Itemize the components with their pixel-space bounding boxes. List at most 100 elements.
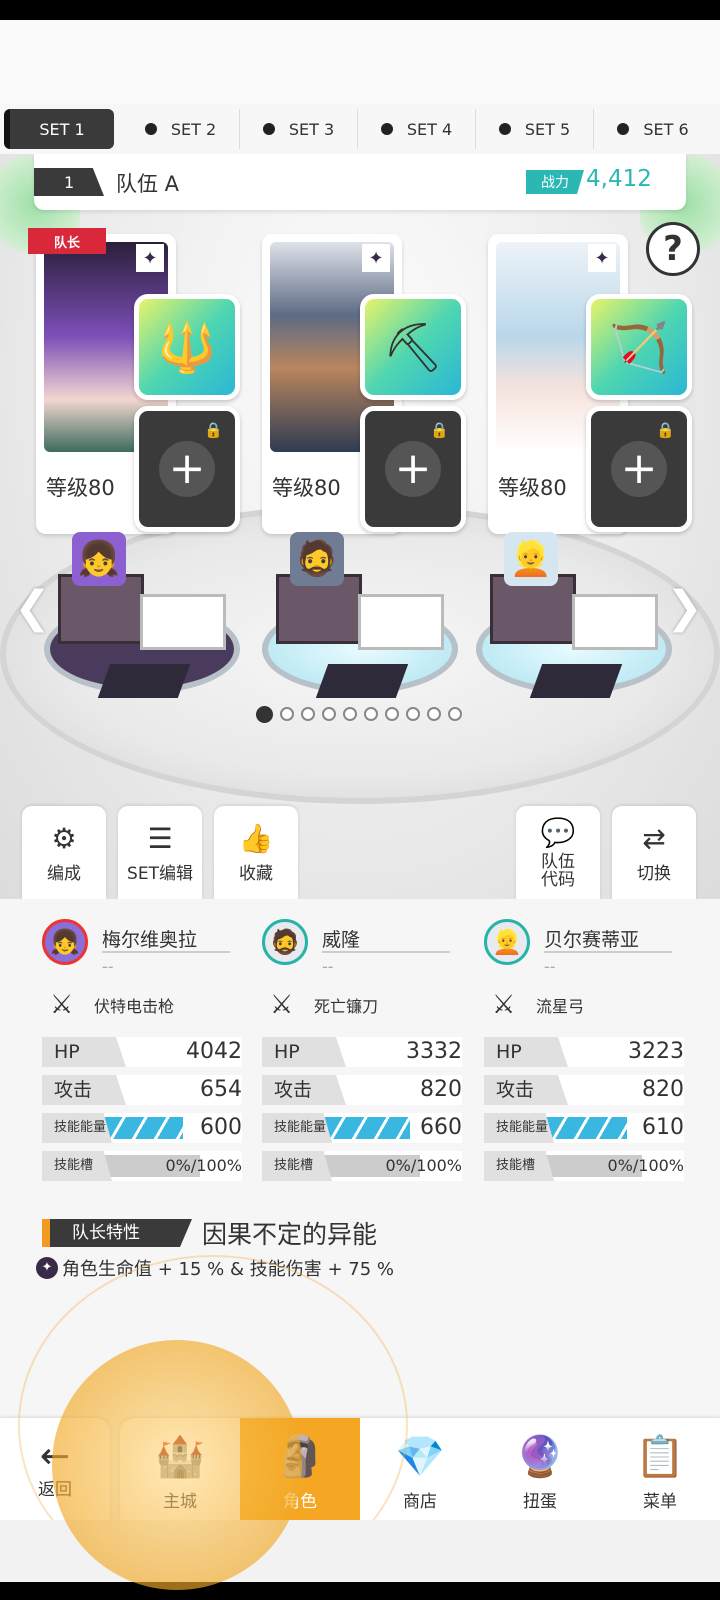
hp-value: 4042 — [186, 1039, 242, 1064]
bow-icon: 🏹 — [609, 319, 669, 376]
nav-label: 主城 — [163, 1492, 197, 1512]
dot-icon — [380, 123, 393, 135]
pedestal-1[interactable]: 👧 — [36, 532, 246, 704]
skill-slot-label: 技能槽 — [484, 1151, 554, 1181]
hp-row: HP 3332 — [262, 1037, 462, 1067]
weapon-row[interactable]: ⚔ 流星弓 — [484, 985, 684, 1025]
page-dot[interactable] — [256, 706, 273, 723]
plus-icon: + — [611, 441, 667, 497]
plus-icon: + — [385, 441, 441, 497]
power-value: 4,412 — [586, 166, 652, 192]
nav-tab-menu[interactable]: 📋 菜单 — [600, 1418, 720, 1520]
name-underline — [102, 951, 230, 953]
hp-label: HP — [262, 1037, 346, 1067]
accessory-slot[interactable]: 🔒 + — [360, 406, 466, 532]
switch-button[interactable]: ⇄ 切换 — [612, 806, 696, 899]
pedestal-3[interactable]: 👱 — [468, 532, 678, 704]
tab-label: SET 3 — [288, 119, 335, 139]
tab-set-2[interactable]: SET 2 — [122, 109, 240, 149]
attack-value: 820 — [420, 1077, 462, 1102]
attack-label: 攻击 — [42, 1075, 126, 1105]
nav-tab-gacha[interactable]: 🔮 扭蛋 — [480, 1418, 600, 1520]
character-header: 👱 贝尔赛蒂亚 -- — [484, 919, 684, 976]
weapon-row[interactable]: ⚔ 伏特电击枪 — [42, 985, 242, 1025]
help-button[interactable]: ? — [646, 222, 700, 276]
weapon-slot[interactable]: ⛏ — [360, 294, 466, 400]
back-arrow-icon: ← — [39, 1435, 71, 1477]
tab-set-4[interactable]: SET 4 — [358, 109, 476, 149]
nav-tab-main-city[interactable]: 🏰 主城 — [120, 1418, 240, 1520]
skill-slot-row: 技能槽 0%/100% — [262, 1151, 462, 1181]
tab-set-5[interactable]: SET 5 — [476, 109, 594, 149]
accessory-slot[interactable]: 🔒 + — [134, 406, 240, 532]
page-dot[interactable] — [364, 707, 378, 721]
next-arrow-icon[interactable]: ❯ — [666, 582, 703, 633]
pedestal-2[interactable]: 🧔 — [254, 532, 464, 704]
skill-energy-value: 600 — [200, 1115, 242, 1140]
page-dot[interactable] — [343, 707, 357, 721]
pedestal-cube — [140, 594, 226, 650]
nav-label: 角色 — [283, 1492, 317, 1512]
avatar[interactable]: 👧 — [42, 919, 88, 965]
character-header: 👧 梅尔维奥拉 -- — [42, 919, 242, 976]
nav-tab-character[interactable]: 🗿 角色 — [240, 1418, 360, 1520]
weapon-icon: ⚔ — [50, 990, 74, 1020]
back-button[interactable]: ← 返回 — [0, 1418, 110, 1520]
attack-value: 820 — [642, 1077, 684, 1102]
stat-column-2: 🧔 威隆 -- ⚔ 死亡镰刀 HP 3332 攻击 820 技能能量 660 技能槽 0… — [262, 919, 462, 1181]
element-icon: ✦ — [588, 244, 616, 272]
tab-label: SET 4 — [406, 119, 453, 139]
weapon-name: 伏特电击枪 — [94, 997, 175, 1016]
tab-set-3[interactable]: SET 3 — [240, 109, 358, 149]
dot-icon — [498, 123, 511, 135]
character-sprite: 🧔 — [290, 532, 344, 586]
page-dot[interactable] — [406, 707, 420, 721]
nav-tab-shop[interactable]: 💎 商店 — [360, 1418, 480, 1520]
hp-value: 3223 — [628, 1039, 684, 1064]
page-dot[interactable] — [301, 707, 315, 721]
stats-panel: 👧 梅尔维奥拉 -- ⚔ 伏特电击枪 HP 4042 攻击 654 技能能量 600 … — [0, 899, 720, 1419]
weapon-slot[interactable]: 🔱 — [134, 294, 240, 400]
formation-button[interactable]: ⚙ 编成 — [22, 806, 106, 899]
button-label: 编成 — [47, 863, 81, 884]
page-dot[interactable] — [322, 707, 336, 721]
nav-label: 扭蛋 — [523, 1492, 557, 1512]
page-dot[interactable] — [385, 707, 399, 721]
weapon-row[interactable]: ⚔ 死亡镰刀 — [262, 985, 462, 1025]
character-title: -- — [322, 957, 334, 976]
set-edit-button[interactable]: ☰ SET编辑 — [118, 806, 202, 899]
page-dot[interactable] — [280, 707, 294, 721]
avatar[interactable]: 👱 — [484, 919, 530, 965]
team-name[interactable]: 队伍 A — [116, 168, 179, 198]
team-code-button[interactable]: 💬 队伍 代码 — [516, 806, 600, 899]
button-label: 返回 — [38, 1479, 72, 1500]
character-sprite: 👧 — [72, 532, 126, 586]
weapon-icon: ⚔ — [492, 990, 516, 1020]
favorite-button[interactable]: 👍 收藏 — [214, 806, 298, 899]
character-level: 等级80 — [46, 476, 115, 500]
shop-icon: 💎 — [395, 1434, 445, 1480]
attack-label: 攻击 — [484, 1075, 568, 1105]
page-dot[interactable] — [448, 707, 462, 721]
button-label: 切换 — [637, 863, 671, 884]
plus-icon: + — [159, 441, 215, 497]
avatar[interactable]: 🧔 — [262, 919, 308, 965]
tab-set-6[interactable]: SET 6 — [594, 109, 712, 149]
skill-slot-row: 技能槽 0%/100% — [42, 1151, 242, 1181]
accessory-slot[interactable]: 🔒 + — [586, 406, 692, 532]
skill-slot-label: 技能槽 — [42, 1151, 112, 1181]
header-space — [0, 20, 720, 104]
tab-set-1[interactable]: SET 1 — [4, 109, 114, 149]
pedestal-tile — [97, 664, 191, 698]
team-number: 1 — [34, 168, 104, 196]
page-dot[interactable] — [427, 707, 441, 721]
hp-row: HP 4042 — [42, 1037, 242, 1067]
swap-icon: ⇄ — [642, 821, 666, 855]
prev-arrow-icon[interactable]: ❮ — [14, 582, 51, 633]
weapon-slot[interactable]: 🏹 — [586, 294, 692, 400]
team-scene: 1 队伍 A 战力 4,412 ? ✦ 等级80 队长 🔱 🔒 + ✦ 等级80 … — [0, 154, 720, 899]
character-card-1: ✦ 等级80 队长 🔱 🔒 + — [28, 228, 246, 554]
skill-energy-label: 技能能量 — [262, 1113, 332, 1143]
name-underline — [544, 951, 672, 953]
skill-energy-value: 660 — [420, 1115, 462, 1140]
